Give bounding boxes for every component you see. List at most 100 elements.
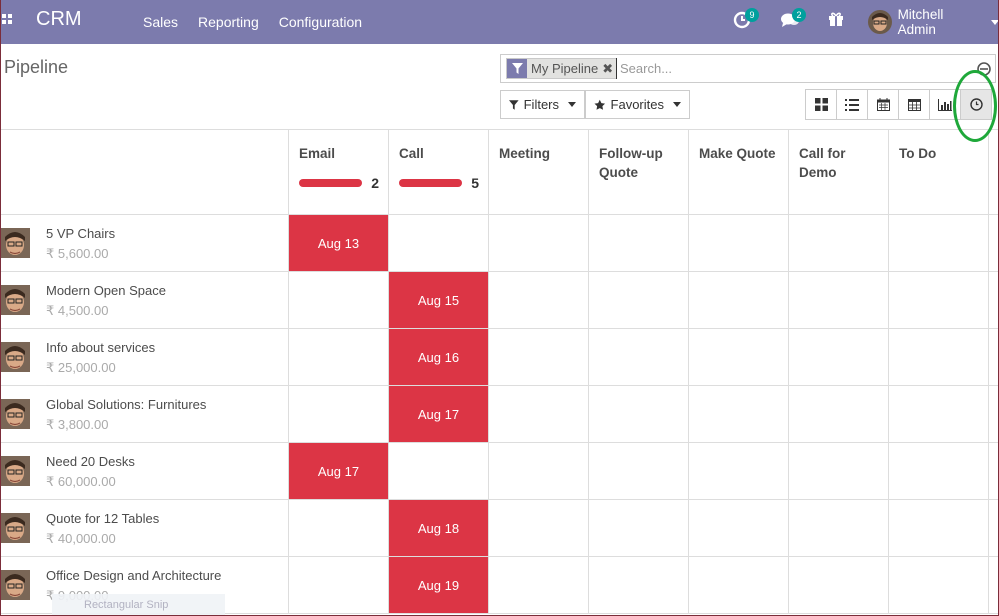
- activity-empty-cell[interactable]: [589, 386, 689, 443]
- activity-empty-cell[interactable]: [789, 557, 889, 614]
- pivot-view-button[interactable]: [898, 89, 930, 120]
- activity-empty-cell[interactable]: [589, 500, 689, 557]
- calendar-view-button[interactable]: [867, 89, 899, 120]
- activity-empty-cell[interactable]: [689, 329, 789, 386]
- overdue-progress-bar[interactable]: [399, 179, 462, 187]
- column-label: To Do: [899, 146, 937, 161]
- activity-empty-cell[interactable]: [789, 272, 889, 329]
- page-title[interactable]: Pipeline: [4, 57, 68, 78]
- activity-empty-cell[interactable]: [489, 443, 589, 500]
- column-header[interactable]: Email 2: [289, 130, 389, 215]
- menu-configuration[interactable]: Configuration: [279, 14, 362, 30]
- record-name[interactable]: Modern Open Space: [46, 283, 166, 298]
- search-input[interactable]: [616, 58, 946, 79]
- filters-button[interactable]: Filters: [500, 90, 585, 119]
- activity-empty-cell[interactable]: [289, 329, 389, 386]
- activity-empty-cell[interactable]: [889, 500, 989, 557]
- activity-empty-cell[interactable]: [789, 386, 889, 443]
- record-cell[interactable]: Global Solutions: Furnitures ₹ 3,800.00: [0, 386, 289, 443]
- facet-remove-icon[interactable]: ✖: [602, 59, 617, 78]
- activity-empty-cell[interactable]: [289, 272, 389, 329]
- column-label: Call: [399, 146, 424, 161]
- activity-due-cell[interactable]: Aug 13: [289, 215, 389, 272]
- column-header[interactable]: Make Quote: [689, 130, 789, 215]
- activity-empty-cell[interactable]: [489, 272, 589, 329]
- activity-empty-cell[interactable]: [889, 386, 989, 443]
- activity-due-cell[interactable]: Aug 17: [289, 443, 389, 500]
- activity-empty-cell[interactable]: [789, 329, 889, 386]
- activity-empty-cell[interactable]: [489, 500, 589, 557]
- record-amount: ₹ 40,000.00: [46, 531, 116, 546]
- activity-empty-cell[interactable]: [489, 215, 589, 272]
- overdue-progress-bar[interactable]: [299, 179, 362, 187]
- record-name[interactable]: Info about services: [46, 340, 155, 355]
- record-name[interactable]: Quote for 12 Tables: [46, 511, 159, 526]
- activity-empty-cell[interactable]: [289, 500, 389, 557]
- column-header[interactable]: Call 5: [389, 130, 489, 215]
- apps-menu-icon[interactable]: [2, 14, 12, 24]
- activity-empty-cell[interactable]: [789, 500, 889, 557]
- activity-empty-cell[interactable]: [689, 557, 789, 614]
- kanban-view-button[interactable]: [805, 89, 837, 120]
- record-cell[interactable]: Need 20 Desks ₹ 60,000.00: [0, 443, 289, 500]
- row-filler-cell: [989, 272, 999, 329]
- header-filler-cell: [989, 130, 999, 215]
- table-row: Info about services ₹ 25,000.00 Aug 16: [0, 329, 999, 386]
- record-name[interactable]: 5 VP Chairs: [46, 226, 115, 241]
- activity-empty-cell[interactable]: [789, 215, 889, 272]
- activity-empty-cell[interactable]: [889, 557, 989, 614]
- activity-empty-cell[interactable]: [689, 500, 789, 557]
- messages-icon[interactable]: 2: [780, 8, 806, 31]
- record-name[interactable]: Global Solutions: Furnitures: [46, 397, 206, 412]
- activity-empty-cell[interactable]: [489, 557, 589, 614]
- record-name[interactable]: Need 20 Desks: [46, 454, 135, 469]
- column-header[interactable]: Call for Demo: [789, 130, 889, 215]
- record-amount: ₹ 5,600.00: [46, 246, 109, 261]
- record-name[interactable]: Office Design and Architecture: [46, 568, 221, 583]
- activity-due-cell[interactable]: Aug 18: [389, 500, 489, 557]
- activity-empty-cell[interactable]: [589, 272, 689, 329]
- user-menu[interactable]: Mitchell Admin: [868, 7, 999, 37]
- activity-empty-cell[interactable]: [589, 215, 689, 272]
- calendar-icon: [876, 98, 890, 111]
- activity-due-cell[interactable]: Aug 15: [389, 272, 489, 329]
- activity-empty-cell[interactable]: [289, 386, 389, 443]
- top-navbar: CRM Sales Reporting Configuration 9 2 Mi…: [0, 0, 999, 44]
- table-icon: [907, 98, 921, 111]
- app-brand[interactable]: CRM: [36, 8, 82, 31]
- activity-empty-cell[interactable]: [489, 386, 589, 443]
- activity-empty-cell[interactable]: [889, 272, 989, 329]
- activity-empty-cell[interactable]: [689, 386, 789, 443]
- activity-due-cell[interactable]: Aug 16: [389, 329, 489, 386]
- activity-empty-cell[interactable]: [689, 272, 789, 329]
- activity-empty-cell[interactable]: [789, 443, 889, 500]
- list-view-button[interactable]: [836, 89, 868, 120]
- activity-due-cell[interactable]: Aug 17: [389, 386, 489, 443]
- activity-due-cell[interactable]: Aug 19: [389, 557, 489, 614]
- activity-empty-cell[interactable]: [689, 215, 789, 272]
- menu-sales[interactable]: Sales: [143, 14, 178, 30]
- activity-empty-cell[interactable]: [489, 329, 589, 386]
- column-header[interactable]: To Do: [889, 130, 989, 215]
- activity-empty-cell[interactable]: [889, 443, 989, 500]
- column-header[interactable]: Meeting: [489, 130, 589, 215]
- gift-icon[interactable]: [828, 11, 848, 31]
- activity-empty-cell[interactable]: [389, 215, 489, 272]
- favorites-button[interactable]: Favorites: [585, 90, 690, 119]
- activity-empty-cell[interactable]: [589, 329, 689, 386]
- record-cell[interactable]: Quote for 12 Tables ₹ 40,000.00: [0, 500, 289, 557]
- activity-empty-cell[interactable]: [889, 329, 989, 386]
- activity-empty-cell[interactable]: [689, 443, 789, 500]
- record-cell[interactable]: Modern Open Space ₹ 4,500.00: [0, 272, 289, 329]
- activity-empty-cell[interactable]: [589, 443, 689, 500]
- kanban-icon: [814, 98, 828, 111]
- activity-empty-cell[interactable]: [289, 557, 389, 614]
- record-cell[interactable]: Info about services ₹ 25,000.00: [0, 329, 289, 386]
- activity-clock-icon[interactable]: 9: [733, 8, 759, 31]
- activity-empty-cell[interactable]: [589, 557, 689, 614]
- record-cell[interactable]: 5 VP Chairs ₹ 5,600.00: [0, 215, 289, 272]
- column-header[interactable]: Follow-up Quote: [589, 130, 689, 215]
- activity-empty-cell[interactable]: [889, 215, 989, 272]
- menu-reporting[interactable]: Reporting: [198, 14, 259, 30]
- activity-empty-cell[interactable]: [389, 443, 489, 500]
